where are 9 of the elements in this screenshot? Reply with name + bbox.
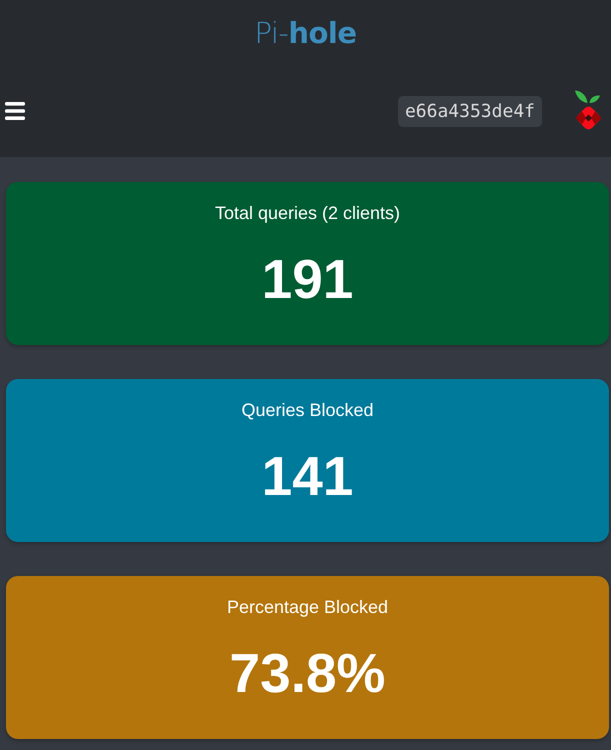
stat-label: Total queries (2 clients) bbox=[214, 202, 400, 225]
hostname-badge: e66a4353de4f bbox=[398, 96, 542, 126]
stat-value: 73.8% bbox=[230, 642, 386, 704]
stat-label: Queries Blocked bbox=[241, 399, 374, 422]
menu-icon[interactable] bbox=[5, 102, 25, 120]
stat-value: 141 bbox=[262, 445, 354, 507]
brand-title[interactable]: Pi-hole bbox=[254, 16, 357, 50]
stat-value: 191 bbox=[262, 248, 354, 310]
stat-label: Percentage Blocked bbox=[226, 596, 388, 619]
